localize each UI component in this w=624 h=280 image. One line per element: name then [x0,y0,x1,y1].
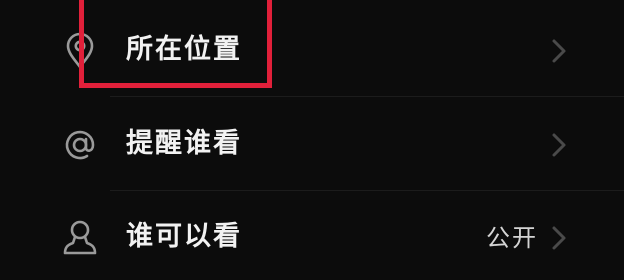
chevron-right-icon [550,131,568,159]
chevron-right-icon [550,224,568,252]
at-sign-icon [60,125,100,165]
location-setting-row[interactable]: 所在位置 [0,3,624,97]
mention-label: 提醒谁看 [126,128,242,159]
mention-setting-row[interactable]: 提醒谁看 [0,97,624,191]
visibility-setting-row[interactable]: 谁可以看 公开 [0,190,624,280]
person-icon [60,218,100,258]
post-settings-panel: 所在位置 提醒谁看 谁可以看 公开 [0,0,624,280]
visibility-label: 谁可以看 [126,221,242,252]
chevron-right-icon [550,37,568,65]
location-label: 所在位置 [126,34,242,65]
visibility-value: 公开 [486,224,538,252]
location-pin-icon [60,31,100,71]
